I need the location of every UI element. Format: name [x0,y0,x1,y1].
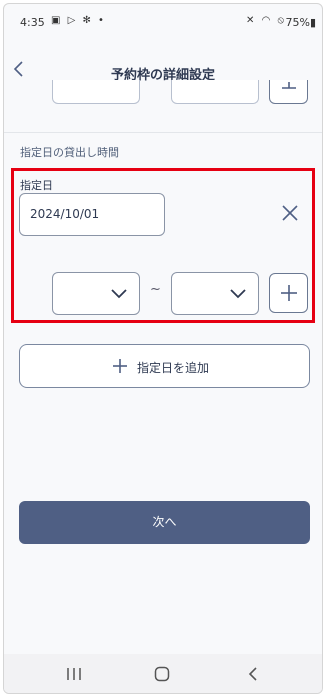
recent-apps-icon[interactable] [66,668,82,680]
add-specified-date-button[interactable]: 指定日を追加 [19,344,310,388]
start-time-select[interactable] [52,272,140,315]
previous-add-time-button[interactable] [269,80,308,104]
section-divider [4,132,322,133]
back-icon[interactable] [247,666,259,682]
system-icons: ✕ ◠ ⦸ [246,15,286,26]
system-navigation-bar [4,654,322,693]
add-time-slot-button[interactable] [269,273,308,313]
next-button[interactable]: 次へ [19,501,310,544]
chevron-down-icon [111,289,127,299]
section-title: 指定日の貸出し時間 [20,146,119,159]
phone-frame: 4:35 ▣ ▷ ✻ • ✕ ◠ ⦸ 75%▮ 予約枠の詳細設定 指定日の貸出し… [3,3,323,694]
home-icon[interactable] [154,666,170,682]
plus-icon [282,82,296,89]
status-time: 4:35 [20,16,45,29]
previous-to-select[interactable] [171,80,259,104]
close-icon[interactable] [280,203,300,223]
plus-icon [113,359,127,373]
battery-level: 75%▮ [285,16,316,29]
plus-icon [281,285,297,301]
previous-from-select[interactable] [52,80,140,104]
time-separator: ~ [150,282,161,297]
add-specified-date-label: 指定日を追加 [137,361,210,375]
status-bar: 4:35 ▣ ▷ ✻ • ✕ ◠ ⦸ 75%▮ [4,4,322,36]
end-time-select[interactable] [171,272,259,315]
specified-date-input[interactable]: 2024/10/01 [19,193,165,236]
chevron-down-icon [230,289,246,299]
specified-date-label: 指定日 [20,179,53,192]
notification-icons: ▣ ▷ ✻ • [51,15,106,26]
